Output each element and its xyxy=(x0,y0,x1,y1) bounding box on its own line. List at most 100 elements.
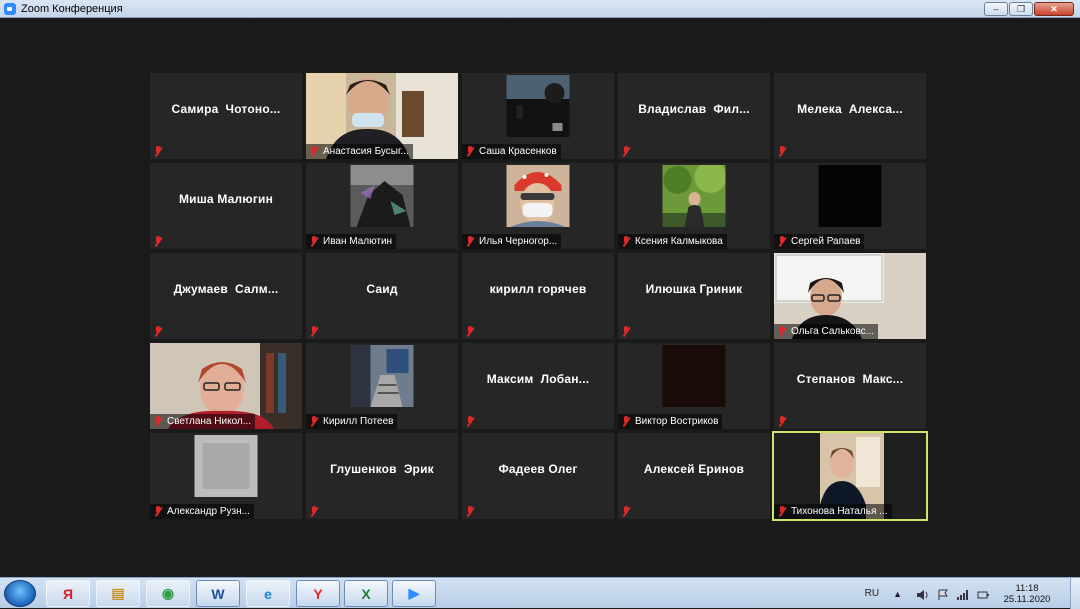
muted-mic-icon xyxy=(152,415,165,428)
participant-name: Джумаев Салм... xyxy=(173,282,279,296)
muted-mic-icon xyxy=(308,325,321,338)
action-center-flag-icon[interactable] xyxy=(936,588,950,600)
participant-tile[interactable]: Максим Лобан... xyxy=(462,343,614,429)
participant-name: Самира Чотоно... xyxy=(171,102,281,116)
participant-footer xyxy=(462,504,483,519)
participant-tile[interactable]: Светлана Никол... xyxy=(150,343,302,429)
participant-gallery: Самира Чотоно... Анастасия Бусыг... Саша К… xyxy=(150,73,930,521)
windows-taskbar: Я ▤ ◉ We Y X ▶ RU ▲ 11:18 25.11.2020 xyxy=(0,577,1080,609)
internet-explorer-taskbar-button[interactable]: e xyxy=(246,580,290,607)
participant-tile[interactable]: Мелека Алекса... xyxy=(774,73,926,159)
participant-tile[interactable]: Самира Чотоно... xyxy=(150,73,302,159)
participant-name: кирилл горячев xyxy=(489,282,587,296)
muted-mic-icon xyxy=(152,505,165,518)
participant-name: Алексей Еринов xyxy=(643,462,745,476)
volume-icon[interactable] xyxy=(916,588,930,600)
power-icon[interactable] xyxy=(976,588,990,600)
participant-footer-name: Сергей Рапаев xyxy=(791,236,861,247)
participant-video xyxy=(662,163,727,227)
participant-footer: Илья Черногор... xyxy=(462,234,562,249)
show-hidden-icons-icon[interactable]: ▲ xyxy=(893,589,902,599)
participant-tile[interactable]: Глушенков Эрик xyxy=(306,433,458,519)
participant-tile[interactable]: Фадеев Олег xyxy=(462,433,614,519)
muted-mic-icon xyxy=(620,325,633,338)
participant-footer-name: Илья Черногор... xyxy=(479,236,558,247)
participant-footer xyxy=(462,414,483,429)
participant-footer xyxy=(618,324,639,339)
participant-footer: Сергей Рапаев xyxy=(774,234,865,249)
participant-video xyxy=(350,345,414,407)
participant-footer: Ольга Сальковс... xyxy=(774,324,879,339)
participant-footer-name: Виктор Востриков xyxy=(635,416,719,427)
participant-name: Фадеев Олег xyxy=(498,462,578,476)
participant-tile[interactable]: Сергей Рапаев xyxy=(774,163,926,249)
participant-tile[interactable]: Илья Черногор... xyxy=(462,163,614,249)
network-signal-icon[interactable] xyxy=(956,588,970,600)
participant-tile[interactable]: Джумаев Салм... xyxy=(150,253,302,339)
language-indicator[interactable]: RU xyxy=(865,588,879,599)
muted-mic-icon xyxy=(776,235,789,248)
participant-tile[interactable]: Кирилл Потеев xyxy=(306,343,458,429)
participant-tile[interactable]: Саид xyxy=(306,253,458,339)
participant-footer: Анастасия Бусыг... xyxy=(306,144,413,159)
participant-tile[interactable]: Ксения Калмыкова xyxy=(618,163,770,249)
participant-tile[interactable]: Виктор Востриков xyxy=(618,343,770,429)
participant-name: Степанов Макс... xyxy=(796,372,904,386)
explorer-taskbar-button[interactable]: ▤ xyxy=(96,580,140,607)
participant-footer xyxy=(774,144,795,159)
word-taskbar-button[interactable]: W xyxy=(196,580,240,607)
muted-mic-icon xyxy=(308,415,321,428)
participant-tile[interactable]: Илюшка Гриник xyxy=(618,253,770,339)
participant-tile[interactable]: Миша Малюгин xyxy=(150,163,302,249)
participant-footer xyxy=(306,324,327,339)
zoom-app-icon xyxy=(4,2,16,15)
show-desktop-button[interactable] xyxy=(1070,578,1080,609)
participant-video xyxy=(818,165,882,227)
excel-taskbar-button[interactable]: X xyxy=(344,580,388,607)
participant-footer-name: Иван Малютин xyxy=(323,236,393,247)
muted-mic-icon xyxy=(776,505,789,518)
chrome-taskbar-button[interactable]: ◉ xyxy=(146,580,190,607)
muted-mic-icon xyxy=(152,235,165,248)
participant-footer-name: Ксения Калмыкова xyxy=(635,236,723,247)
taskbar-clock[interactable]: 11:18 25.11.2020 xyxy=(996,583,1058,605)
yandex-browser-taskbar-button[interactable]: Я xyxy=(46,580,90,607)
zoom-taskbar-button[interactable]: ▶ xyxy=(392,580,436,607)
participant-tile[interactable]: Анастасия Бусыг... xyxy=(306,73,458,159)
system-tray: RU ▲ 11:18 25.11.2020 xyxy=(865,578,1080,609)
participant-tile[interactable]: Иван Малютин xyxy=(306,163,458,249)
participant-tile[interactable]: Алексей Еринов xyxy=(618,433,770,519)
muted-mic-icon xyxy=(152,325,165,338)
participant-footer-name: Александр Рузн... xyxy=(167,506,250,517)
window-title: Zoom Конференция xyxy=(21,2,123,15)
participant-footer: Виктор Востриков xyxy=(618,414,723,429)
muted-mic-icon xyxy=(308,145,321,158)
muted-mic-icon xyxy=(776,325,789,338)
participant-footer-name: Кирилл Потеев xyxy=(323,416,394,427)
participant-footer-name: Тихонова Наталья ... xyxy=(791,506,888,517)
participant-footer xyxy=(150,144,171,159)
participant-tile[interactable]: Степанов Макс... xyxy=(774,343,926,429)
minimize-button[interactable]: – xyxy=(984,2,1008,16)
participant-footer: Саша Красенков xyxy=(462,144,561,159)
participant-name: Максим Лобан... xyxy=(486,372,590,386)
participant-tile[interactable]: Владислав Фил... xyxy=(618,73,770,159)
maximize-button[interactable]: ❐ xyxy=(1009,2,1033,16)
muted-mic-icon xyxy=(464,415,477,428)
participant-tile[interactable]: Александр Рузн... xyxy=(150,433,302,519)
participant-video xyxy=(662,345,726,407)
close-button[interactable]: ✕ xyxy=(1034,2,1074,16)
start-button[interactable] xyxy=(4,580,36,607)
muted-mic-icon xyxy=(464,325,477,338)
yandex-taskbar-button[interactable]: Y xyxy=(296,580,340,607)
participant-tile[interactable]: кирилл горячев xyxy=(462,253,614,339)
participant-tile[interactable]: Ольга Сальковс... xyxy=(774,253,926,339)
participant-name: Илюшка Гриник xyxy=(645,282,743,296)
participant-footer xyxy=(306,504,327,519)
participant-footer: Ксения Калмыкова xyxy=(618,234,727,249)
participant-footer: Светлана Никол... xyxy=(150,414,256,429)
participant-tile[interactable]: Саша Красенков xyxy=(462,73,614,159)
participant-tile[interactable]: Тихонова Наталья ... xyxy=(772,431,928,521)
window-titlebar: Zoom Конференция – ❐ ✕ xyxy=(0,0,1080,18)
muted-mic-icon xyxy=(308,235,321,248)
